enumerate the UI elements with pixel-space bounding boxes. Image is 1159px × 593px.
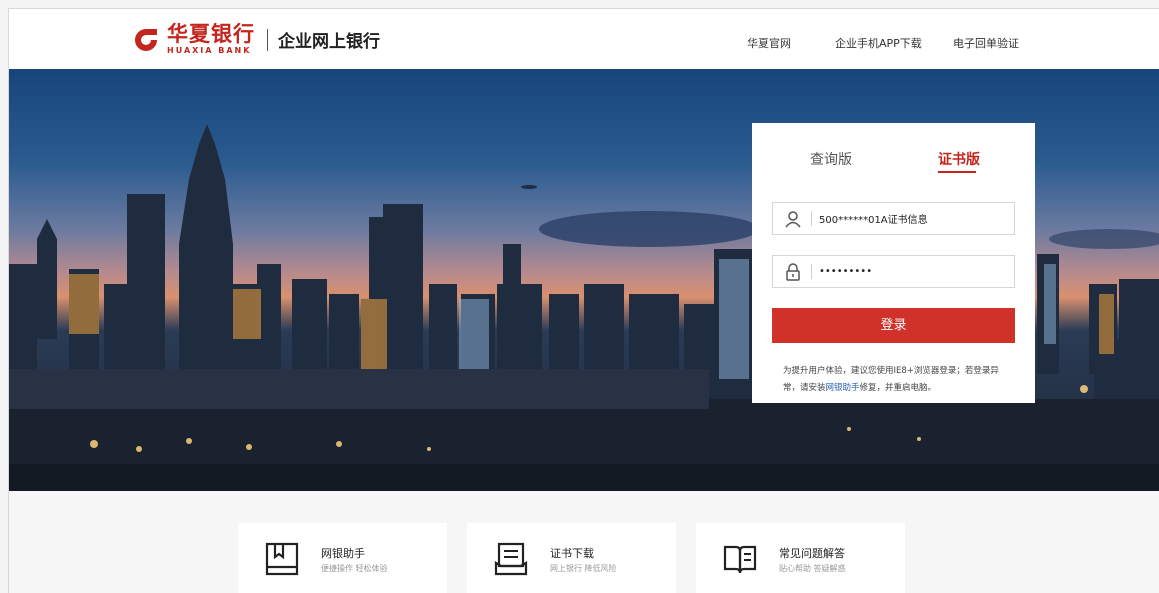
bank-logo[interactable]: 华夏银行 HUAXIA BANK 企业网上银行 <box>133 24 380 55</box>
assistant-link[interactable]: 网银助手 <box>826 383 860 393</box>
logo-name-cn: 华夏银行 <box>167 22 255 46</box>
card-faq[interactable]: 常见问题解答 贴心帮助 答疑解惑 <box>696 523 905 593</box>
tab-query-version[interactable]: 查询版 <box>810 149 852 169</box>
card-online-banking-assistant[interactable]: 网银助手 便捷操作 轻松体验 <box>238 523 447 593</box>
username-field[interactable] <box>772 202 1015 235</box>
password-input[interactable] <box>819 262 1004 280</box>
login-button[interactable]: 登录 <box>772 308 1015 343</box>
tip-suffix: 修复，并重启电脑。 <box>859 383 937 393</box>
login-panel: 查询版 证书版 登录 <box>752 123 1035 403</box>
nav-link-receipt-verify[interactable]: 电子回单验证 <box>953 35 1019 51</box>
card-subtitle: 网上银行 降低风险 <box>550 564 617 573</box>
active-tab-indicator <box>938 171 976 173</box>
card-title: 常见问题解答 <box>779 547 845 560</box>
bookmark-book-icon <box>265 542 299 576</box>
certificate-download-icon <box>494 542 528 576</box>
field-separator <box>811 211 812 226</box>
card-subtitle: 贴心帮助 答疑解惑 <box>779 564 846 573</box>
card-subtitle: 便捷操作 轻松体验 <box>321 564 388 573</box>
site-subtitle: 企业网上银行 <box>278 32 380 52</box>
huaxia-logo-icon <box>135 28 157 51</box>
field-separator <box>811 264 812 279</box>
nav-link-app-download[interactable]: 企业手机APP下载 <box>835 35 922 51</box>
password-field[interactable] <box>772 255 1015 288</box>
logo-name-en: HUAXIA BANK <box>167 46 252 55</box>
browser-tip: 为提升用户体验，建议您使用IE8+浏览器登录；若登录异常，请安装网银助手修复，并… <box>783 363 1008 397</box>
nav-link-official-site[interactable]: 华夏官网 <box>747 35 791 51</box>
card-title: 网银助手 <box>321 547 365 560</box>
open-book-icon <box>723 545 757 574</box>
lock-icon <box>786 263 800 281</box>
quick-links-section: 网银助手 便捷操作 轻松体验 证书下载 网上银行 降低风险 常见问题解答 贴心帮… <box>9 491 1159 593</box>
top-header: 华夏银行 HUAXIA BANK 企业网上银行 华夏官网 企业手机APP下载 电… <box>9 9 1159 69</box>
card-title: 证书下载 <box>550 547 594 560</box>
logo-wordmark: 华夏银行 HUAXIA BANK <box>167 24 255 55</box>
hero-banner: 查询版 证书版 登录 <box>9 69 1159 491</box>
logo-divider <box>267 28 268 51</box>
card-certificate-download[interactable]: 证书下载 网上银行 降低风险 <box>467 523 676 593</box>
page-frame: 华夏银行 HUAXIA BANK 企业网上银行 华夏官网 企业手机APP下载 电… <box>8 8 1159 593</box>
tab-certificate-version[interactable]: 证书版 <box>938 149 980 169</box>
user-icon <box>785 211 801 228</box>
username-input[interactable] <box>819 209 1004 227</box>
